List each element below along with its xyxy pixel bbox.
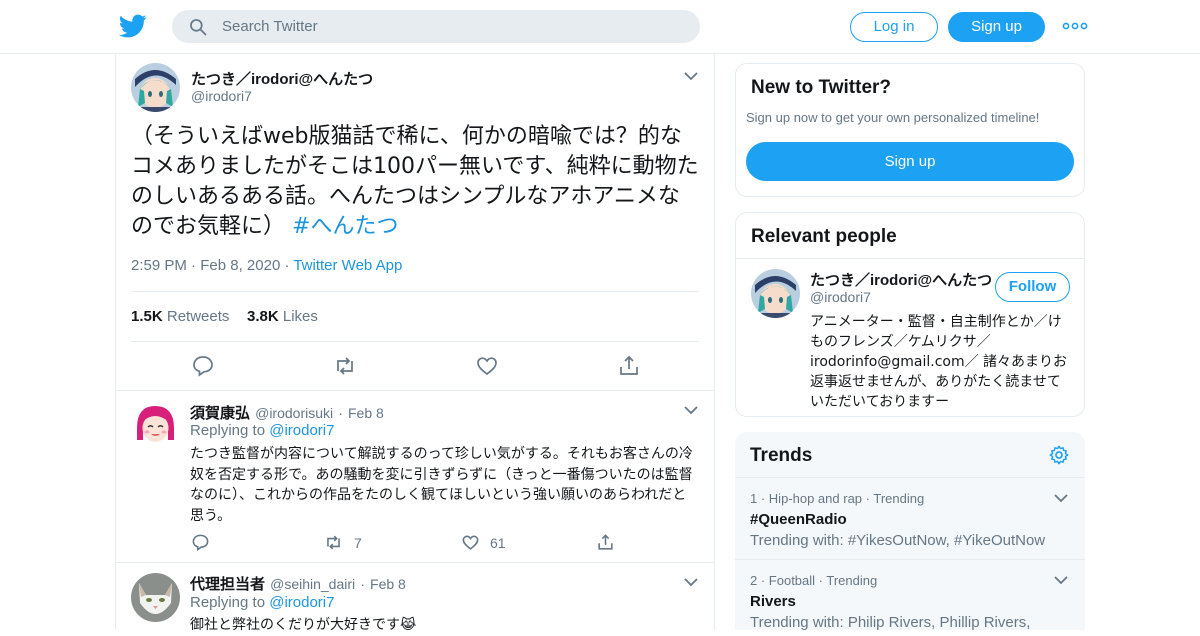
replying-to-link[interactable]: @irodori7	[269, 422, 334, 439]
relevant-people-card: Relevant people たつき／irodori@へんたつ @irodor…	[735, 212, 1085, 417]
trend-item[interactable]: 1 · Hip-hop and rap · Trending #QueenRad…	[735, 477, 1085, 559]
login-button[interactable]: Log in	[850, 12, 938, 42]
reply-header: 須賀康弘 @irodorisuki · Feb 8	[190, 402, 384, 423]
share-icon[interactable]	[617, 354, 641, 378]
retweet-icon[interactable]	[333, 354, 357, 378]
reply-date[interactable]: Feb 8	[348, 405, 384, 421]
avatar[interactable]	[131, 400, 180, 449]
reply-handle[interactable]: @irodorisuki	[255, 405, 333, 421]
tweet-text: （そういえばweb版猫話で稀に、何かの暗喩では？的なコメありましたがそこは100…	[131, 122, 701, 242]
retweets-count: 1.5K	[131, 308, 163, 325]
author-display-name[interactable]: たつき／irodori@へんたつ	[191, 68, 373, 89]
like-icon[interactable]	[461, 533, 480, 552]
search-box[interactable]	[172, 10, 700, 43]
retweets-label: Retweets	[166, 308, 230, 325]
retweets-stat[interactable]: 1.5K Retweets	[131, 308, 229, 325]
trend-category: Hip-hop and rap	[768, 491, 863, 506]
settings-icon[interactable]	[1048, 444, 1070, 466]
avatar[interactable]	[131, 573, 180, 622]
trend-meta: 1 · Hip-hop and rap · Trending	[750, 491, 925, 506]
likes-label: Likes	[282, 308, 318, 325]
chevron-down-icon[interactable]	[684, 405, 698, 415]
tweet-time[interactable]: 2:59 PM	[131, 257, 187, 274]
twitter-logo-icon[interactable]	[119, 12, 147, 40]
trend-meta: 2 · Football · Trending	[750, 573, 878, 588]
card-title: New to Twitter?	[751, 77, 892, 98]
likes-count: 3.8K	[247, 308, 279, 325]
replying-to: Replying to @irodori7	[190, 422, 334, 439]
trend-rank: 1	[750, 491, 758, 506]
chevron-down-icon[interactable]	[684, 71, 698, 81]
avatar[interactable]	[751, 269, 800, 318]
chevron-down-icon[interactable]	[1054, 575, 1068, 585]
follow-button[interactable]: Follow	[995, 272, 1070, 302]
share-icon[interactable]	[596, 533, 615, 552]
replying-to-link[interactable]: @irodori7	[269, 594, 334, 611]
reply-tweet[interactable]: 代理担当者 @seihin_dairi · Feb 8 Replying to …	[116, 563, 714, 633]
person-handle[interactable]: @irodori7	[810, 289, 871, 305]
tweet-source-app[interactable]: Twitter Web App	[293, 257, 402, 274]
replying-label: Replying to	[190, 594, 266, 611]
tweet-body: （そういえばweb版猫話で稀に、何かの暗喩では？的なコメありましたがそこは100…	[131, 124, 699, 239]
reply-display-name[interactable]: 代理担当者	[190, 576, 265, 593]
card-title: Relevant people	[751, 226, 897, 247]
tweet-date[interactable]: Feb 8, 2020	[200, 257, 280, 274]
replying-label: Replying to	[190, 422, 266, 439]
reply-display-name[interactable]: 須賀康弘	[190, 405, 250, 422]
reply-text: 御社と弊社のくだりが大好きです😹	[190, 617, 417, 633]
trend-rank: 2	[750, 573, 758, 588]
hashtag-link[interactable]: #へんたつ	[292, 214, 398, 239]
separator-dot: ·	[338, 405, 343, 421]
reply-text: たつき監督が内容について解説するのって珍しい気がする。それもお客さんの冷奴を否定…	[190, 446, 693, 524]
retweet-icon[interactable]	[324, 533, 343, 552]
divider	[736, 258, 1084, 259]
likes-stat[interactable]: 3.8K Likes	[247, 308, 318, 325]
chevron-down-icon[interactable]	[1054, 493, 1068, 503]
search-input[interactable]	[222, 10, 682, 43]
author-handle[interactable]: @irodori7	[191, 88, 252, 104]
signup-button[interactable]: Sign up	[948, 12, 1045, 42]
tweet-stats: 1.5K Retweets 3.8K Likes	[131, 291, 699, 342]
top-navigation-bar: Log in Sign up	[0, 0, 1200, 54]
trend-category: Football	[768, 573, 816, 588]
trend-status: Trending	[873, 491, 925, 506]
trend-status: Trending	[826, 573, 878, 588]
trend-name[interactable]: Rivers	[750, 593, 796, 610]
main-tweet: たつき／irodori@へんたつ @irodori7 （そういえばweb版猫話で…	[116, 54, 714, 391]
replying-to: Replying to @irodori7	[190, 594, 334, 611]
card-subtitle: Sign up now to get your own personalized…	[746, 110, 1040, 125]
trends-card: Trends 1 · Hip-hop and rap · Trending #Q…	[735, 432, 1085, 630]
reply-date[interactable]: Feb 8	[370, 576, 406, 592]
search-icon	[190, 19, 207, 36]
reply-icon[interactable]	[191, 354, 215, 378]
avatar[interactable]	[131, 63, 180, 112]
new-to-twitter-card: New to Twitter? Sign up now to get your …	[735, 63, 1085, 197]
reply-like-count: 61	[490, 535, 506, 551]
more-icon[interactable]	[1062, 17, 1088, 35]
sidebar-signup-button[interactable]: Sign up	[746, 142, 1074, 181]
reply-header: 代理担当者 @seihin_dairi · Feb 8	[190, 573, 406, 594]
card-title: Trends	[750, 445, 813, 466]
person-display-name[interactable]: たつき／irodori@へんたつ	[810, 269, 992, 290]
trend-with: Trending with: Philip Rivers, Phillip Ri…	[750, 614, 1031, 630]
tweet-meta: 2:59 PM · Feb 8, 2020 · Twitter Web App	[131, 257, 403, 274]
trend-name[interactable]: #QueenRadio	[750, 511, 847, 528]
like-icon[interactable]	[475, 354, 499, 378]
person-bio: アニメーター・監督・自主制作とか／けものフレンズ／ケムリクサ／irodorinf…	[810, 314, 1068, 410]
separator-dot: ·	[360, 576, 365, 592]
reply-retweet-count: 7	[354, 535, 362, 551]
chevron-down-icon[interactable]	[684, 577, 698, 587]
reply-icon[interactable]	[191, 533, 210, 552]
tweet-timeline: たつき／irodori@へんたつ @irodori7 （そういえばweb版猫話で…	[115, 54, 715, 633]
trend-with: Trending with: #YikesOutNow, #YikeOutNow	[750, 532, 1046, 549]
trend-item[interactable]: 2 · Football · Trending Rivers Trending …	[735, 559, 1085, 630]
reply-tweet[interactable]: 須賀康弘 @irodorisuki · Feb 8 Replying to @i…	[116, 391, 714, 563]
reply-handle[interactable]: @seihin_dairi	[270, 576, 355, 592]
